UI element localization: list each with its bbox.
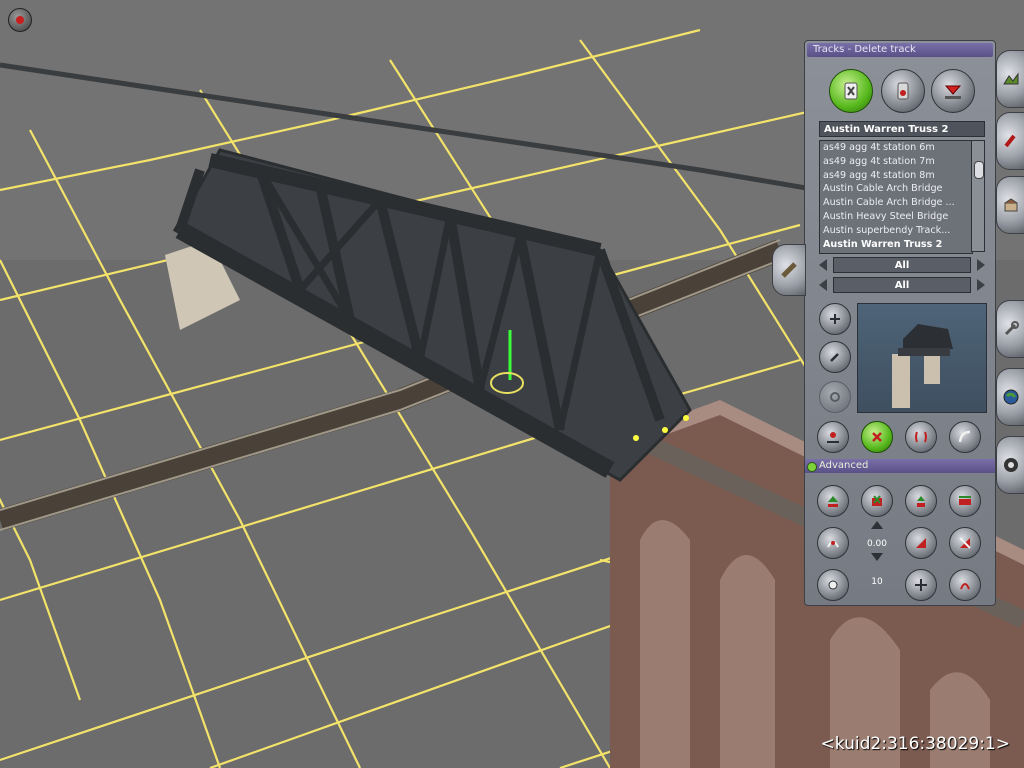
advanced-label: Advanced bbox=[819, 460, 869, 471]
attach-button[interactable] bbox=[949, 569, 981, 601]
move-icon bbox=[915, 579, 927, 591]
tools-tab[interactable] bbox=[996, 300, 1024, 358]
plus-icon bbox=[830, 314, 840, 324]
grid-value[interactable]: 10 bbox=[860, 577, 894, 587]
panel-title: Tracks - Delete track bbox=[807, 43, 993, 57]
next-arrow-icon[interactable] bbox=[977, 259, 985, 271]
delete-track-button[interactable] bbox=[829, 69, 873, 113]
grid-snap-button[interactable] bbox=[817, 569, 849, 601]
delete-icon bbox=[872, 432, 882, 442]
next-arrow-icon[interactable] bbox=[977, 279, 985, 291]
add-spline-point-button[interactable] bbox=[817, 421, 849, 453]
bridge-preview-image bbox=[892, 324, 953, 408]
globe-tab[interactable] bbox=[996, 368, 1024, 426]
height-value[interactable]: 0.00 bbox=[860, 539, 894, 549]
list-item[interactable]: as49 agg 4t station 7m bbox=[820, 155, 972, 169]
advanced-section-bar[interactable]: Advanced bbox=[805, 459, 995, 473]
raise-icon bbox=[828, 496, 838, 507]
smooth-button[interactable] bbox=[817, 527, 849, 559]
objects-tab[interactable] bbox=[996, 176, 1024, 234]
layers-tab[interactable] bbox=[996, 436, 1024, 494]
height-down-arrow-icon[interactable] bbox=[871, 553, 883, 561]
spline-tool-button[interactable] bbox=[881, 69, 925, 113]
list-item[interactable]: Austin Cable Arch Bridge bbox=[820, 182, 972, 196]
terrain-tab[interactable] bbox=[996, 50, 1024, 108]
clear-gradient-button[interactable] bbox=[949, 527, 981, 559]
attach-icon bbox=[960, 583, 970, 590]
layers-icon bbox=[1004, 458, 1018, 472]
list-item[interactable]: Austin superbendy Track... bbox=[820, 224, 972, 238]
remove-icon bbox=[872, 495, 882, 506]
eyedropper-icon bbox=[830, 353, 839, 362]
gradient-button[interactable] bbox=[905, 527, 937, 559]
level-height-button[interactable] bbox=[949, 485, 981, 517]
raise-height-button[interactable] bbox=[817, 485, 849, 517]
asset-list[interactable]: as49 agg 4t station 6m as49 agg 4t stati… bbox=[819, 140, 973, 254]
list-item[interactable]: as49 agg 4t station 8m bbox=[820, 169, 972, 183]
spline-point-icon bbox=[827, 432, 839, 443]
delete-spline-button[interactable] bbox=[861, 421, 893, 453]
split-icon bbox=[915, 431, 927, 443]
terrain-icon bbox=[1003, 72, 1019, 85]
insert-height-button[interactable] bbox=[905, 485, 937, 517]
list-item[interactable]: as49 agg 4t station 6m bbox=[820, 141, 972, 155]
insert-icon bbox=[917, 496, 925, 507]
split-spline-button[interactable] bbox=[905, 421, 937, 453]
height-up-arrow-icon[interactable] bbox=[871, 521, 883, 529]
smooth-icon bbox=[827, 541, 839, 548]
spline-icon bbox=[897, 82, 909, 100]
asset-list-scrollbar[interactable] bbox=[971, 140, 985, 252]
scrollbar-thumb[interactable] bbox=[974, 161, 984, 179]
paint-icon bbox=[1004, 134, 1016, 148]
tools-icon bbox=[1004, 321, 1019, 336]
advanced-indicator-icon bbox=[807, 462, 817, 472]
record-button[interactable] bbox=[8, 8, 32, 32]
filter-1-value[interactable]: All bbox=[833, 257, 971, 273]
selected-asset-label: Austin Warren Truss 2 bbox=[819, 121, 985, 137]
objects-icon bbox=[1004, 198, 1018, 212]
filter-row-1: All bbox=[819, 257, 985, 273]
list-item-selected[interactable]: Austin Warren Truss 2 bbox=[820, 238, 972, 252]
previous-arrow-icon[interactable] bbox=[819, 259, 827, 271]
eyedropper-button[interactable] bbox=[819, 341, 851, 373]
previous-arrow-icon[interactable] bbox=[819, 279, 827, 291]
trackmark-icon bbox=[944, 85, 962, 99]
filter-2-value[interactable]: All bbox=[833, 277, 971, 293]
zoom-in-button[interactable] bbox=[819, 303, 851, 335]
clear-gradient-icon bbox=[959, 537, 971, 549]
list-item[interactable]: Austin Heavy Steel Bridge bbox=[820, 210, 972, 224]
refresh-icon bbox=[830, 392, 840, 402]
disabled-tool-button[interactable] bbox=[819, 381, 851, 413]
track-tools-panel: Tracks - Delete track Austin Warren Trus… bbox=[804, 40, 996, 606]
curve-icon bbox=[958, 430, 971, 443]
bend-spline-button[interactable] bbox=[949, 421, 981, 453]
asset-preview bbox=[857, 303, 987, 413]
trackmark-tool-button[interactable] bbox=[931, 69, 975, 113]
record-icon bbox=[16, 16, 24, 24]
level-icon bbox=[959, 496, 971, 505]
kuid-label: <kuid2:316:38029:1> bbox=[820, 734, 1010, 754]
tracks-tab[interactable] bbox=[772, 244, 806, 296]
gradient-icon bbox=[916, 538, 926, 548]
list-item[interactable]: Austin Cable Arch Bridge ... bbox=[820, 196, 972, 210]
paint-tab[interactable] bbox=[996, 112, 1024, 170]
delete-track-icon bbox=[844, 82, 858, 100]
move-button[interactable] bbox=[905, 569, 937, 601]
globe-icon bbox=[1003, 389, 1019, 405]
tracks-icon bbox=[781, 262, 797, 278]
filter-row-2: All bbox=[819, 277, 985, 293]
delete-height-button[interactable] bbox=[861, 485, 893, 517]
snap-icon bbox=[828, 580, 838, 590]
